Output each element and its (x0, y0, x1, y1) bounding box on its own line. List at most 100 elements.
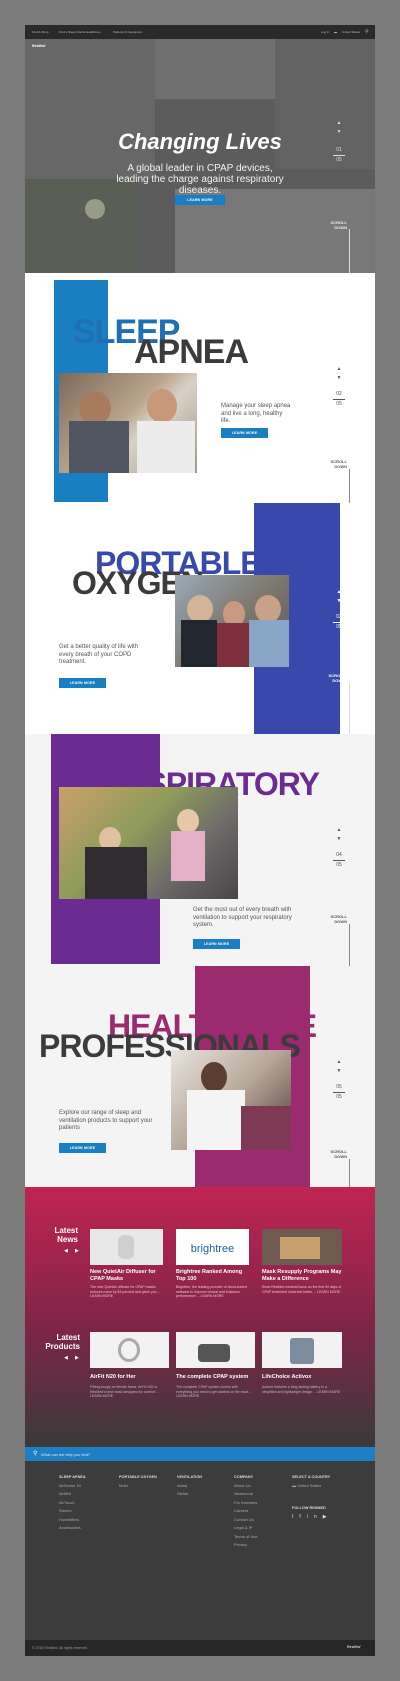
prev-arrow-icon[interactable]: ◀ (64, 1355, 68, 1361)
footer-col-company: COMPANY About Us Newsroom For Investors … (234, 1473, 258, 1550)
footer-link[interactable]: Newsroom (234, 1490, 258, 1499)
youtube-icon[interactable]: ▶ (323, 1514, 333, 1520)
footer-link[interactable]: AirMini (59, 1490, 86, 1499)
nav-item-healthcare[interactable]: Healthcare (86, 30, 101, 34)
hero-photo-1 (25, 39, 155, 179)
hero-subtitle: A global leader in CPAP devices, leading… (116, 163, 284, 196)
up-arrow-icon[interactable]: ▲ (331, 588, 347, 597)
down-arrow-icon[interactable]: ▼ (331, 374, 347, 383)
footer-link[interactable]: About Us (234, 1482, 258, 1491)
down-arrow-icon[interactable]: ▼ (331, 1067, 347, 1076)
footer-link[interactable]: Careers (234, 1507, 258, 1516)
scroll-down-label[interactable]: SCROLL DOWN (321, 1149, 347, 1159)
top-nav: Find & Shop Find a Sleep Doctor Healthca… (25, 25, 375, 39)
scroll-down-label[interactable]: SCROLL DOWN (321, 459, 347, 469)
sleep-learn-more-button[interactable]: LEARN MORE (221, 428, 268, 438)
sleep-text: Manage your sleep apnea and live a long,… (221, 403, 291, 424)
news-label: News (57, 1235, 78, 1244)
search-input[interactable]: What can we help you find? (41, 1452, 90, 1457)
prev-arrow-icon[interactable]: ◀ (64, 1248, 68, 1254)
scroll-down-label[interactable]: SCROLL DOWN (321, 220, 347, 230)
hero-pager: ▲ ▼ 01 05 (331, 119, 347, 164)
nav-item-patients[interactable]: Patients & Caregivers (113, 30, 142, 34)
respiratory-photo (59, 787, 238, 899)
footer-link[interactable]: Stellar (177, 1490, 202, 1499)
hero-photo-3 (155, 39, 275, 99)
up-arrow-icon[interactable]: ▲ (331, 119, 347, 128)
news-image-2[interactable]: brightree (176, 1229, 249, 1265)
footer-link[interactable]: Stories (59, 1507, 86, 1516)
scroll-down-label[interactable]: SCROLL DOWN (321, 914, 347, 924)
news-title-1[interactable]: New QuietAir Diffuser for CPAP Masks (90, 1269, 165, 1282)
down-arrow-icon[interactable]: ▼ (331, 835, 347, 844)
up-arrow-icon[interactable]: ▲ (331, 365, 347, 374)
up-arrow-icon[interactable]: ▲ (331, 826, 347, 835)
flag-icon: ▬ (334, 30, 337, 34)
footer-link[interactable]: Contact Us (234, 1516, 258, 1525)
news-title-2[interactable]: Brightree Ranked Among Top 100 (176, 1269, 251, 1282)
news-image-1[interactable] (90, 1229, 163, 1265)
footer-heading: PORTABLE OXYGEN (119, 1475, 157, 1479)
nav-item-find-shop[interactable]: Find & Shop (32, 30, 49, 34)
nav-item-sleep-doctor[interactable]: Find a Sleep Doctor (59, 30, 86, 34)
up-arrow-icon[interactable]: ▲ (331, 1058, 347, 1067)
down-arrow-icon[interactable]: ▼ (331, 597, 347, 606)
page-current: 02 (336, 391, 342, 397)
copyright: © 2018 ResMed. All rights reserved. (32, 1646, 89, 1650)
search-icon[interactable]: ⚲ (365, 29, 369, 35)
healthcare-text: Explore our range of sleep and ventilati… (59, 1110, 153, 1131)
scroll-down-label[interactable]: SCROLL DOWN (319, 673, 345, 683)
page: Find & Shop Find a Sleep Doctor Healthca… (25, 25, 375, 1656)
footer-heading: COMPANY (234, 1475, 254, 1479)
scroll-line (349, 924, 350, 966)
footer-logo[interactable]: ResMed (347, 1645, 360, 1649)
scroll-line (349, 683, 350, 734)
product-title-2[interactable]: The complete CPAP system (176, 1374, 255, 1381)
footer-link[interactable]: AirSense 10 (59, 1482, 86, 1491)
page-total: 05 (336, 1094, 342, 1100)
hero-learn-more-button[interactable]: LEARN MORE (175, 195, 225, 205)
page-current: 01 (336, 147, 342, 153)
latest-products-heading: Latest Products (35, 1333, 80, 1351)
product-image-3[interactable] (262, 1332, 342, 1368)
products-label: Products (45, 1342, 80, 1351)
oxygen-photo (175, 575, 289, 667)
facebook-icon[interactable]: f (299, 1514, 306, 1520)
footer-link[interactable]: Accessories (59, 1524, 86, 1533)
news-text-2: Brightree, the leading provider of cloud… (176, 1285, 247, 1298)
logo[interactable]: ResMed (32, 44, 45, 48)
hero-section: ResMed Changing Lives A global leader in… (25, 39, 375, 273)
footer-link[interactable]: Astral (177, 1482, 202, 1491)
footer-link[interactable]: AirTouch (59, 1499, 86, 1508)
footer-heading: VENTILATION (177, 1475, 203, 1479)
product-image-2[interactable] (176, 1332, 255, 1368)
footer-link[interactable]: Mobi (119, 1482, 157, 1491)
linkedin-icon[interactable]: in (307, 1514, 323, 1520)
footer-link[interactable]: Privacy (234, 1541, 258, 1550)
sleep-photo (59, 373, 197, 473)
footer-link[interactable]: Terms of Use (234, 1533, 258, 1542)
footer-link[interactable]: Legal & IP (234, 1524, 258, 1533)
footer-col-country: SELECT A COUNTRY ▬ United States FOLLOW … (292, 1473, 333, 1521)
footer-link[interactable]: Humidifiers (59, 1516, 86, 1525)
login-link[interactable]: Log In (321, 30, 329, 34)
product-title-3[interactable]: LifeChoice Activox (262, 1374, 342, 1381)
search-bar[interactable]: ⚲ What can we help you find? (25, 1447, 375, 1461)
news-title-3[interactable]: Mask Resupply Programs May Make a Differ… (262, 1269, 342, 1282)
footer-link[interactable]: For Investors (234, 1499, 258, 1508)
product-title-1[interactable]: AirFit N20 for Her (90, 1374, 169, 1381)
news-image-3[interactable] (262, 1229, 342, 1265)
country-select[interactable]: ▬ United States (292, 1482, 333, 1491)
hero-title: Changing Lives (118, 129, 282, 154)
scroll-line (349, 1159, 350, 1187)
region-select[interactable]: United States (342, 30, 360, 34)
next-arrow-icon[interactable]: ▶ (75, 1248, 79, 1254)
down-arrow-icon[interactable]: ▼ (331, 128, 347, 137)
next-arrow-icon[interactable]: ▶ (75, 1355, 79, 1361)
brightree-logo: brightree (190, 1243, 235, 1255)
oxygen-learn-more-button[interactable]: LEARN MORE (59, 678, 106, 688)
news-text-1: The new QuietAir diffuser for CPAP masks… (90, 1285, 161, 1298)
respiratory-learn-more-button[interactable]: LEARN MORE (193, 939, 240, 949)
product-image-1[interactable] (90, 1332, 169, 1368)
healthcare-learn-more-button[interactable]: LEARN MORE (59, 1143, 106, 1153)
